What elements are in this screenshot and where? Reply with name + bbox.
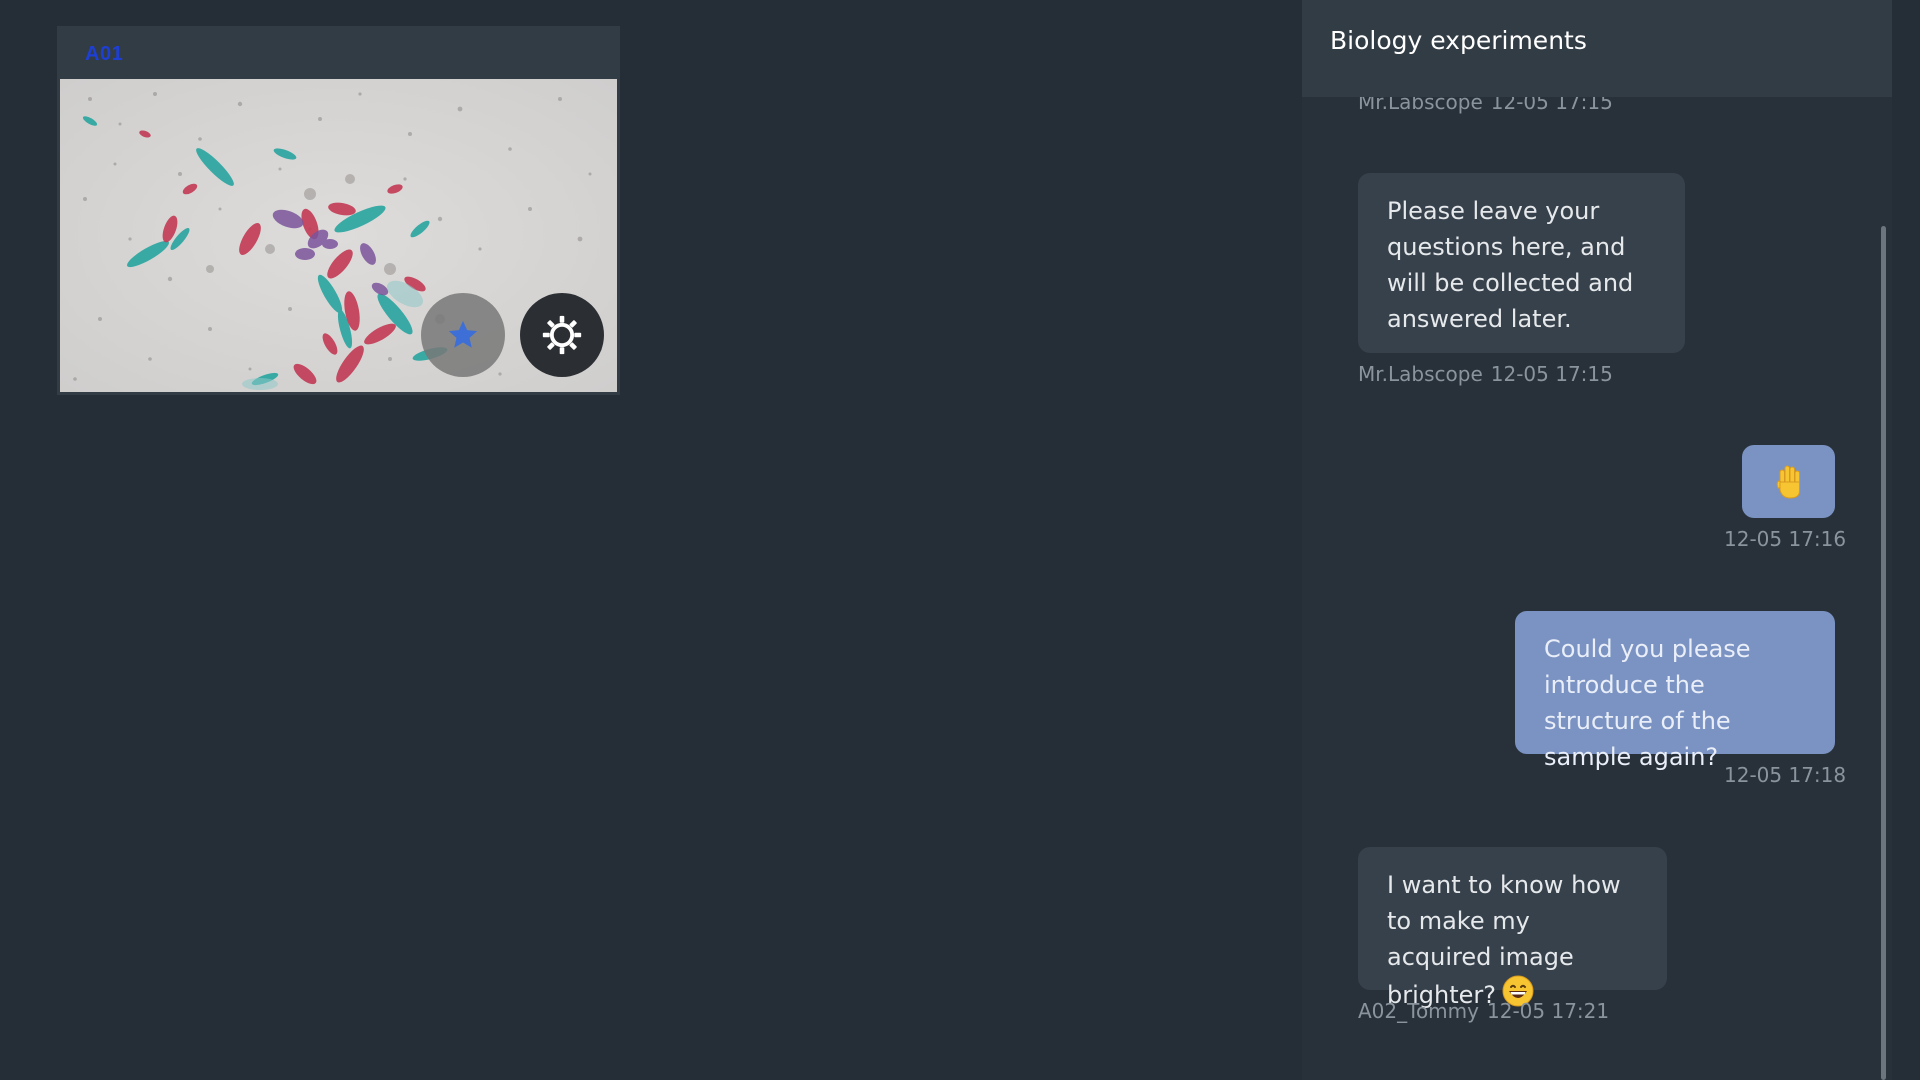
message-time: 12-05 17:18 [1724, 763, 1847, 787]
gear-icon [542, 315, 582, 355]
message-text: Please leave your questions here, and wi… [1387, 197, 1634, 333]
favorite-button[interactable] [421, 293, 505, 377]
microscope-image[interactable] [60, 79, 617, 392]
message-meta: A02_Tommy 12-05 17:21 [1358, 999, 1609, 1023]
star-icon [448, 320, 478, 348]
chat-message-bubble: Could you please introduce the structure… [1515, 611, 1835, 771]
chat-title: Biology experiments [1330, 26, 1587, 55]
message-meta: Mr.Labscope 12-05 17:15 [1358, 362, 1613, 386]
chat-panel: Mr.Labscope 12-05 17:15 Please leave your… [1302, 0, 1892, 1080]
chat-scrollbar[interactable] [1881, 226, 1886, 1080]
app-window: A01 Mr.Labscope 12-05 17:15 Please leave… [0, 0, 1920, 1080]
settings-button[interactable] [520, 293, 604, 377]
message-sender: Mr.Labscope [1358, 362, 1483, 386]
camera-card[interactable]: A01 [57, 26, 620, 395]
message-text: Could you please introduce the structure… [1544, 635, 1751, 771]
chat-header: Biology experiments [1302, 0, 1892, 97]
chat-message-bubble [1742, 445, 1835, 518]
raised-hand-emoji [1776, 465, 1800, 499]
message-time: 12-05 17:15 [1490, 362, 1613, 386]
message-time: 12-05 17:21 [1487, 999, 1610, 1023]
message-time: 12-05 17:16 [1724, 527, 1847, 551]
chat-message-list[interactable]: Mr.Labscope 12-05 17:15 Please leave your… [1302, 0, 1892, 1080]
message-sender: A02_Tommy [1358, 999, 1479, 1023]
chat-message-bubble: I want to know how to make my acquired i… [1358, 847, 1667, 1009]
camera-label: A01 [85, 43, 124, 65]
chat-message-bubble: Please leave your questions here, and wi… [1358, 173, 1685, 353]
